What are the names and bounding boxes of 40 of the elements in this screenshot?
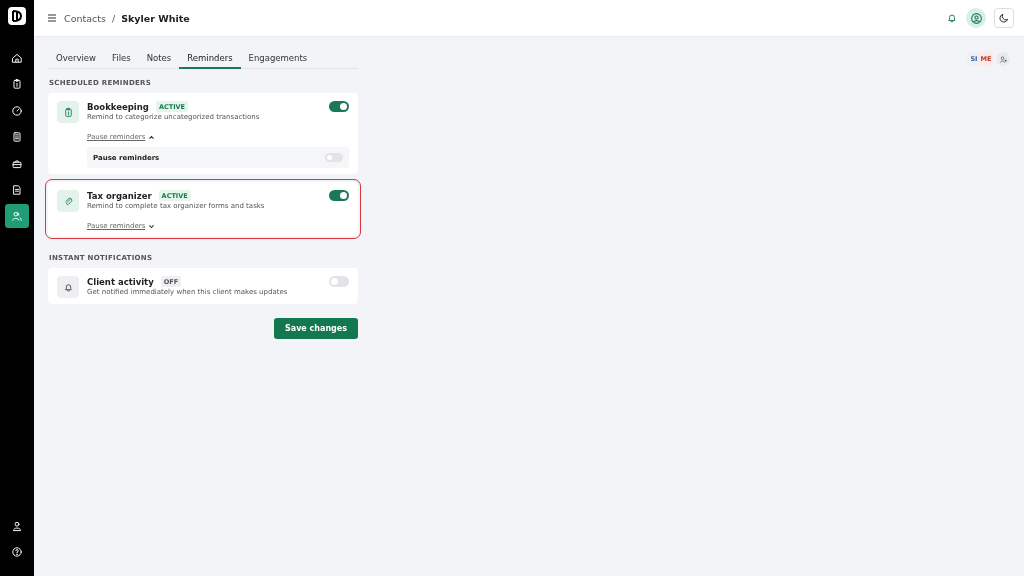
- reminder-title: Bookkeeping: [87, 101, 149, 112]
- account-button[interactable]: [966, 8, 986, 28]
- nav-item[interactable]: [5, 204, 29, 229]
- reminder-title: Tax organizer: [87, 190, 152, 201]
- user-circle-icon: [969, 11, 983, 25]
- gauge-icon: [11, 104, 23, 117]
- toggle-switch[interactable]: [329, 276, 349, 287]
- chevron-icon: [148, 222, 156, 230]
- clipboard-icon: [62, 106, 74, 118]
- tab[interactable]: Overview: [48, 47, 105, 69]
- bell-icon: [62, 281, 74, 293]
- tab[interactable]: Reminders: [179, 47, 241, 69]
- toggle-switch[interactable]: [329, 101, 349, 112]
- menu-icon[interactable]: [46, 12, 58, 24]
- calculator-icon: [11, 131, 23, 144]
- moon-icon: [998, 12, 1010, 24]
- document-icon: [11, 183, 23, 196]
- toggle-switch[interactable]: [329, 190, 349, 201]
- logo-icon[interactable]: [7, 6, 27, 26]
- paperclip-icon: [62, 195, 74, 207]
- theme-toggle-button[interactable]: [994, 8, 1014, 28]
- briefcase-icon: [11, 157, 23, 170]
- save-changes-button[interactable]: Save changes: [273, 318, 358, 339]
- tab[interactable]: Files: [104, 47, 139, 69]
- add-user-icon: [998, 54, 1008, 64]
- help-icon: [11, 546, 23, 558]
- tab[interactable]: Engagements: [240, 47, 316, 69]
- clipboard-icon: [11, 78, 23, 91]
- chevron-icon: [148, 133, 156, 141]
- breadcrumb-current: Skyler White: [121, 12, 190, 24]
- home-icon: [11, 52, 23, 64]
- breadcrumb-link[interactable]: Contacts: [64, 12, 106, 24]
- tab[interactable]: Notes: [138, 47, 180, 69]
- notification-bell-icon: [946, 12, 958, 24]
- reminder-title: Client activity: [87, 276, 154, 287]
- toggle-switch[interactable]: [325, 153, 343, 162]
- add-user-button[interactable]: [996, 52, 1010, 66]
- breadcrumb-separator: /: [111, 12, 116, 24]
- people-icon: [11, 210, 23, 223]
- user-icon: [11, 520, 23, 532]
